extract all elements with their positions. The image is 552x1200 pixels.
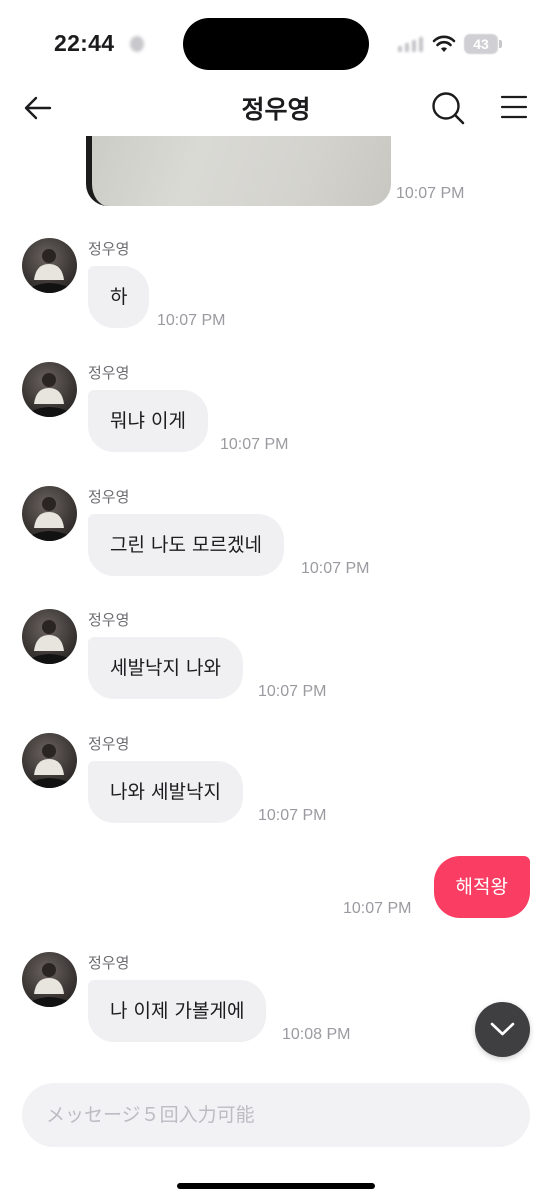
battery-level: 43 [473, 36, 489, 52]
scroll-to-bottom-button[interactable] [475, 1002, 530, 1057]
message-list[interactable]: 10:07 PM 정우영 하 10:07 PM 정우영 뭐냐 이게 10:07 … [0, 136, 552, 1076]
sender-name: 정우영 [88, 611, 130, 629]
sender-name: 정우영 [88, 954, 130, 972]
sender-name: 정우영 [88, 240, 130, 258]
avatar[interactable] [22, 952, 77, 1007]
message-bubble[interactable]: 뭐냐 이게 [88, 390, 208, 452]
message-time: 10:07 PM [258, 683, 327, 700]
message-bubble[interactable]: 나와 세발낙지 [88, 761, 243, 823]
message-bubble[interactable]: 나 이제 가볼게에 [88, 980, 267, 1042]
search-icon[interactable] [429, 89, 467, 127]
message-bubble[interactable]: 세발낙지 나와 [88, 637, 243, 699]
sender-name: 정우영 [88, 488, 130, 506]
outgoing-message-bubble[interactable]: 해적왕 [433, 856, 530, 918]
sender-name: 정우영 [88, 735, 130, 753]
status-time: 22:44 [54, 30, 115, 56]
chevron-down-icon [490, 1022, 515, 1036]
battery-icon: 43 [464, 34, 504, 54]
status-bar: 22:44 43 [0, 0, 552, 88]
message-time: 10:07 PM [220, 436, 289, 453]
home-indicator [177, 1183, 375, 1189]
message-time: 10:07 PM [343, 900, 412, 917]
avatar[interactable] [22, 362, 77, 417]
message-time: 10:07 PM [258, 807, 327, 824]
message-input[interactable] [22, 1083, 530, 1147]
cellular-signal-icon [398, 36, 423, 52]
message-bubble[interactable]: 하 [88, 266, 150, 328]
chat-header: 정우영 [0, 80, 552, 136]
chat-title: 정우영 [241, 95, 311, 124]
message-time: 10:07 PM [301, 560, 370, 577]
avatar[interactable] [22, 609, 77, 664]
avatar[interactable] [22, 733, 77, 788]
avatar[interactable] [22, 486, 77, 541]
message-time: 10:07 PM [157, 312, 226, 329]
message-time: 10:08 PM [282, 1026, 351, 1043]
hamburger-menu-icon[interactable] [498, 91, 530, 123]
sender-name: 정우영 [88, 364, 130, 382]
message-bubble[interactable]: 그린 나도 모르겠네 [88, 514, 284, 576]
message-composer [22, 1083, 530, 1147]
image-message[interactable] [86, 136, 391, 206]
focus-mode-icon [130, 36, 144, 52]
wifi-icon [432, 35, 456, 52]
message-time: 10:07 PM [396, 185, 465, 202]
avatar[interactable] [22, 238, 77, 293]
dynamic-island [183, 18, 369, 70]
